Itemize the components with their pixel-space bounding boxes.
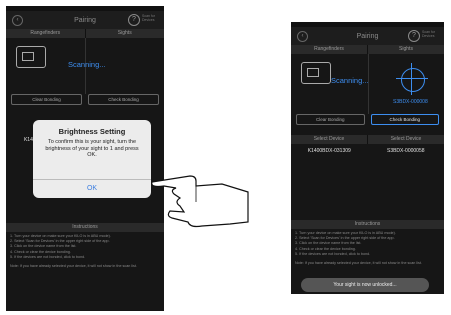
clear-bonding-button[interactable]: Clear Bonding — [296, 114, 365, 125]
dialog-message: To confirm this is your sight, turn the … — [45, 139, 139, 158]
bonding-buttons: Clear Bonding Check Bonding — [291, 114, 444, 125]
rangefinder-device[interactable]: K1400BDX-031309 — [291, 148, 368, 154]
instructions-list: 1. Turn your device on make sure your KI… — [291, 229, 444, 268]
top-bar: ‹ Pairing ? Scan for Devices — [291, 27, 444, 45]
help-icon[interactable]: ? — [128, 14, 140, 26]
scanning-label: Scanning... — [331, 76, 369, 85]
tab-rangefinders[interactable]: Rangefinders — [6, 29, 85, 38]
instructions-list: 1. Turn your device on make sure your KI… — [6, 232, 164, 271]
dialog-title: Brightness Setting — [58, 127, 126, 136]
instruction-line: 5. If the devices are not bonded, click … — [295, 251, 371, 256]
select-device-tabs: Select Device Select Device — [291, 135, 444, 144]
scanning-label: Scanning... — [68, 60, 106, 69]
instructions-heading: Instructions — [291, 220, 444, 229]
instruction-note: Note: If you have already selected your … — [295, 261, 422, 266]
scan-area: Scanning... — [6, 38, 164, 94]
back-icon[interactable]: ‹ — [12, 15, 23, 26]
scan-for-devices-link[interactable]: Scan for Devices — [422, 30, 442, 38]
device-list-row[interactable]: K1400BDX-031309 S3BDX-0000058 — [291, 144, 444, 158]
select-device-sight[interactable]: Select Device — [367, 135, 444, 144]
help-icon[interactable]: ? — [408, 30, 420, 42]
top-bar: ‹ Pairing ? Scan for Devices — [6, 11, 164, 29]
check-bonding-button[interactable]: Check Bonding — [370, 114, 439, 125]
back-icon[interactable]: ‹ — [297, 31, 308, 42]
tab-sights[interactable]: Sights — [367, 45, 444, 54]
sight-id-label: S3BDX-000008 — [393, 99, 428, 105]
scan-for-devices-link[interactable]: Scan for Devices — [142, 14, 162, 22]
unlocked-toast: Your sight is now unlocked... — [301, 278, 429, 292]
tab-rangefinders[interactable]: Rangefinders — [291, 45, 367, 54]
sight-device[interactable]: S3BDX-0000058 — [368, 148, 445, 154]
select-device-rangefinder[interactable]: Select Device — [291, 135, 367, 144]
rangefinder-icon — [16, 46, 46, 68]
bonding-buttons: Clear Bonding Check Bonding — [6, 94, 164, 105]
sight-scope-icon — [396, 63, 428, 95]
rangefinder-icon — [301, 62, 331, 84]
clear-bonding-button[interactable]: Clear Bonding — [11, 94, 82, 105]
instruction-line: 5. If the devices are not bonded, click … — [10, 254, 86, 259]
device-type-tabs: Rangefinders Sights — [291, 45, 444, 54]
instruction-note: Note: If you have already selected your … — [10, 264, 137, 269]
page-title: Pairing — [74, 16, 96, 24]
scan-area: Scanning... S3BDX-000008 — [291, 54, 444, 114]
device-type-tabs: Rangefinders Sights — [6, 29, 164, 38]
tab-sights[interactable]: Sights — [84, 29, 165, 38]
pointing-hand-icon — [151, 175, 249, 228]
check-bonding-button[interactable]: Check Bonding — [88, 94, 159, 105]
right-phone-screen: ‹ Pairing ? Scan for Devices Rangefinder… — [291, 22, 444, 294]
